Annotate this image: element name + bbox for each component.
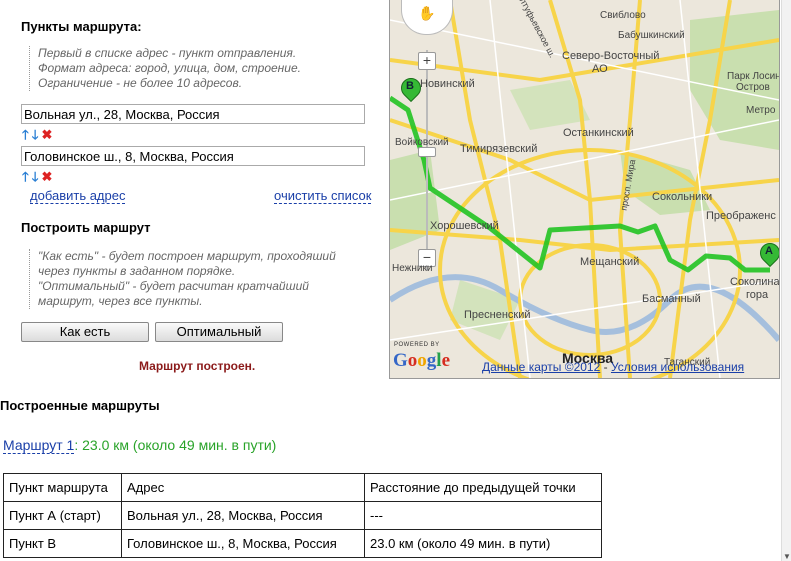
map-footer: Данные карты ©2012 - Условия использован…	[482, 360, 745, 374]
map-label: Северо-Восточный	[562, 50, 660, 62]
map-label: Хорошевский	[430, 220, 499, 232]
table-header: Расстояние до предыдущей точки	[364, 473, 602, 502]
table-row: Пункт А (старт) Вольная ул., 28, Москва,…	[3, 501, 602, 530]
table-cell: Вольная ул., 28, Москва, Россия	[121, 501, 365, 530]
table-cell: Пункт B	[3, 529, 122, 558]
delete-icon[interactable]: ✖	[42, 170, 53, 183]
scroll-down-icon[interactable]: ▼	[783, 552, 791, 561]
hint-line: "Как есть" - будет построен маршрут, про…	[38, 249, 336, 263]
map-label: Пресненский	[464, 309, 531, 321]
map-label: Войковский	[395, 137, 449, 148]
map-label: Мещанский	[580, 256, 640, 268]
address-input-1[interactable]	[21, 104, 365, 124]
move-down-icon[interactable]: 🡓	[32, 170, 39, 183]
map-label: Нежники	[392, 263, 433, 274]
map-label: гора	[746, 289, 769, 301]
move-up-icon[interactable]: 🡑	[22, 170, 29, 183]
build-route-title: Построить маршрут	[21, 220, 151, 235]
address-controls-2: 🡑 🡓 ✖	[22, 170, 52, 183]
map-label: Новинский	[420, 78, 475, 90]
map-label: Бабушкинский	[618, 30, 685, 41]
map-label: Останкинский	[563, 127, 634, 139]
page-scrollbar[interactable]: ▼	[781, 0, 791, 561]
route-1-link[interactable]: Маршрут 1	[3, 437, 75, 454]
map-label: АО	[592, 63, 608, 75]
table-row: Пункт B Головинское ш., 8, Москва, Росси…	[3, 529, 602, 558]
map-label: Свиблово	[600, 10, 646, 21]
table-header: Адрес	[121, 473, 365, 502]
marker-a-label: A	[765, 245, 773, 257]
address-controls-1: 🡑 🡓 ✖	[22, 128, 52, 141]
status-message: Маршрут построен.	[139, 359, 256, 373]
optimal-button[interactable]: Оптимальный	[155, 322, 283, 342]
clear-list-link[interactable]: очистить список	[274, 188, 372, 204]
table-cell: Головинское ш., 8, Москва, Россия	[121, 529, 365, 558]
map-label: Метро	[746, 105, 776, 116]
table-cell: ---	[364, 501, 602, 530]
map-data-link[interactable]: Данные карты ©2012	[482, 360, 600, 374]
route-points-title: Пункты маршрута:	[21, 19, 142, 34]
zoom-slider-handle[interactable]	[418, 147, 436, 157]
terms-link[interactable]: Условия использования	[611, 360, 744, 374]
move-down-icon[interactable]: 🡓	[32, 128, 39, 141]
powered-by-text: POWERED BY	[394, 342, 440, 348]
hint-line: Формат адреса: город, улица, дом, строен…	[38, 61, 301, 75]
routes-table: Пункт маршрута Адрес Расстояние до преды…	[3, 473, 602, 558]
map-label: Соколина	[730, 276, 780, 288]
zoom-in-button[interactable]: +	[418, 52, 436, 70]
map-label: Сокольники	[652, 191, 713, 203]
hint-line: Ограничение - не более 10 адресов.	[38, 76, 243, 90]
route-points-hint: Первый в списке адрес - пункт отправлени…	[29, 46, 368, 91]
address-input-2[interactable]	[21, 146, 365, 166]
map-label: Преображенс	[706, 210, 776, 222]
google-logo: Google	[393, 350, 450, 371]
add-address-link[interactable]: добавить адрес	[30, 188, 126, 204]
map-label: Тимирязевский	[460, 143, 538, 155]
route-1-summary: : 23.0 км (около 49 мин. в пути)	[74, 437, 277, 453]
map-label: Парк Лосиный	[727, 71, 780, 82]
hint-line: через пункты в заданном порядке.	[38, 264, 236, 278]
route-summary: Маршрут 1: 23.0 км (около 49 мин. в пути…	[3, 437, 277, 454]
route-map[interactable]: ✋ + − B A Бабушкинский Северо-Восточный …	[389, 0, 780, 379]
table-header-row: Пункт маршрута Адрес Расстояние до преды…	[3, 473, 602, 502]
map-label: Остров	[736, 82, 770, 93]
marker-b-label: B	[406, 80, 414, 92]
as-is-button[interactable]: Как есть	[21, 322, 149, 342]
hint-line: Первый в списке адрес - пункт отправлени…	[38, 46, 297, 60]
results-title: Построенные маршруты	[0, 398, 160, 413]
hand-icon: ✋	[418, 5, 436, 21]
hint-line: "Оптимальный" - будет расчитан кратчайши…	[38, 279, 309, 293]
delete-icon[interactable]: ✖	[42, 128, 53, 141]
table-cell: 23.0 км (около 49 мин. в пути)	[364, 529, 602, 558]
map-label: Басманный	[642, 293, 701, 305]
move-up-icon[interactable]: 🡑	[22, 128, 29, 141]
build-route-hint: "Как есть" - будет построен маршрут, про…	[29, 249, 368, 309]
table-header: Пункт маршрута	[3, 473, 122, 502]
table-cell: Пункт А (старт)	[3, 501, 122, 530]
hint-line: маршрут, через все пункты.	[38, 294, 203, 308]
